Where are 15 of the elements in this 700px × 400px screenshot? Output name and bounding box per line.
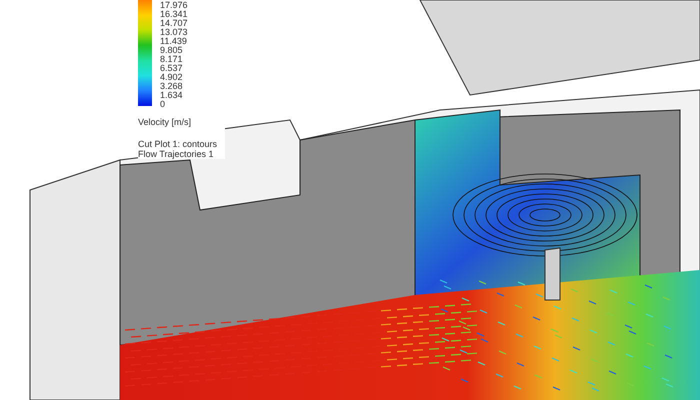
scale-tick-label: 16.341 <box>160 10 188 19</box>
scale-tick-label: 1.634 <box>160 91 184 100</box>
plot-caption: Cut Plot 1: contours <box>138 139 218 149</box>
scale-tick-label: 8.171 <box>160 55 184 64</box>
legend-title: Velocity [m/s] <box>138 117 192 127</box>
plot-caption: Flow Trajectories 1 <box>138 149 215 159</box>
scale-tick-label: 9.805 <box>160 46 184 55</box>
scale-tick-label: 11.439 <box>160 37 188 46</box>
scale-tick-label: 13.073 <box>160 28 188 37</box>
scale-tick-label: 14.707 <box>160 19 188 28</box>
scale-tick-label: 17.976 <box>160 1 188 10</box>
scale-tick-label: 3.268 <box>160 82 184 91</box>
scale-tick-label: 6.537 <box>160 64 184 73</box>
scale-tick-label: 4.902 <box>160 73 184 82</box>
scale-tick-label: 0 <box>160 100 166 109</box>
